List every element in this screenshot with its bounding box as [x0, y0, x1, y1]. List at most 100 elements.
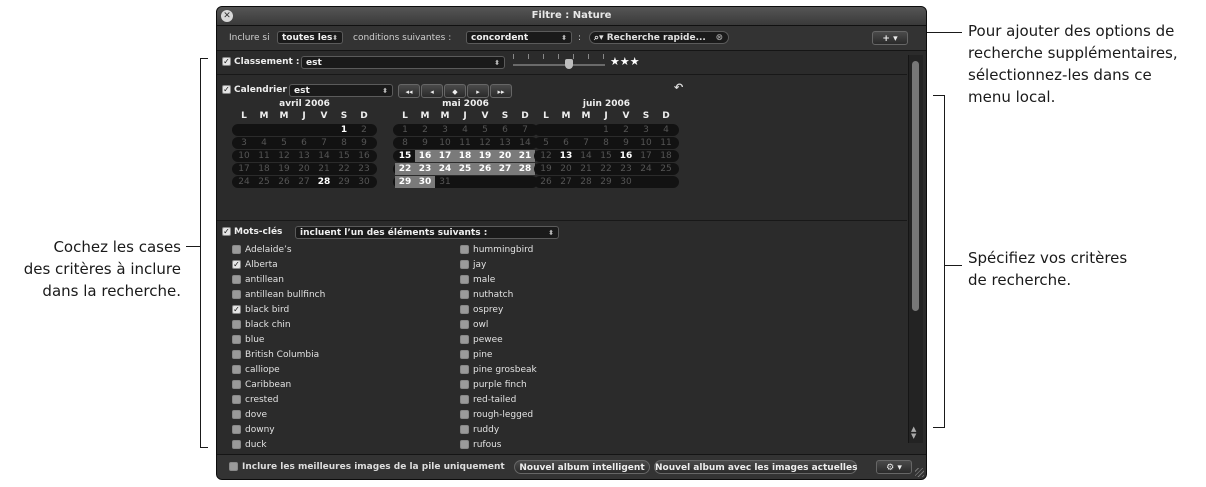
calendar-day[interactable]: 14	[576, 150, 596, 162]
calendar-day[interactable]: 3	[435, 124, 455, 136]
calendar-day[interactable]: 26	[475, 163, 495, 175]
keyword-checkbox[interactable]	[232, 440, 241, 449]
keyword-checkbox[interactable]: ✓	[232, 260, 241, 269]
keyword-checkbox[interactable]	[232, 350, 241, 359]
calendar-day[interactable]: 15	[395, 150, 415, 162]
calendar-today-button[interactable]: ◆	[444, 84, 466, 98]
keyword-checkbox[interactable]	[460, 305, 469, 314]
scroll-arrows-icon[interactable]: ▲ ▼	[911, 426, 916, 440]
keyword-checkbox[interactable]	[460, 410, 469, 419]
calendar-reset-icon[interactable]: ↶	[674, 81, 683, 94]
calendar-day[interactable]: 26	[274, 176, 294, 188]
calendar-day[interactable]: 23	[354, 163, 374, 175]
calendar-day[interactable]: 22	[395, 163, 415, 175]
keyword-checkbox[interactable]	[460, 260, 469, 269]
calendar-day[interactable]: 18	[656, 150, 676, 162]
calendar-day[interactable]: 2	[415, 124, 435, 136]
calendar-day[interactable]: 20	[495, 150, 515, 162]
calendar-day[interactable]: 5	[274, 137, 294, 149]
calendar-day[interactable]: 29	[395, 176, 415, 188]
calendar-day[interactable]: 20	[556, 163, 576, 175]
keyword-checkbox[interactable]: ✓	[232, 305, 241, 314]
calendar-day[interactable]: 14	[314, 150, 334, 162]
calendar-day[interactable]: 7	[515, 124, 535, 136]
calendar-day[interactable]: 1	[395, 124, 415, 136]
keyword-checkbox[interactable]	[232, 410, 241, 419]
calendar-day[interactable]: 5	[475, 124, 495, 136]
calendar-checkbox[interactable]: ✓	[222, 85, 231, 94]
calendar-day[interactable]: 21	[314, 163, 334, 175]
calendar-day[interactable]: 6	[556, 137, 576, 149]
calendar-day[interactable]: 27	[495, 163, 515, 175]
calendar-operator-popup[interactable]: est ⬍	[289, 84, 393, 97]
keyword-checkbox[interactable]	[460, 275, 469, 284]
rating-checkbox[interactable]: ✓	[222, 57, 231, 66]
calendar-day[interactable]: 8	[334, 137, 354, 149]
calendar-day[interactable]: 11	[656, 137, 676, 149]
calendar-day[interactable]: 5	[536, 137, 556, 149]
calendar-day[interactable]: 10	[234, 150, 254, 162]
calendar-day[interactable]: 10	[636, 137, 656, 149]
calendar-day[interactable]: 22	[334, 163, 354, 175]
calendar-day[interactable]: 19	[274, 163, 294, 175]
calendar-day[interactable]: 6	[294, 137, 314, 149]
quick-search-input[interactable]: ⌕▾ Recherche rapide... ⊗	[589, 31, 729, 44]
vertical-scrollbar[interactable]: ▲ ▼	[908, 55, 923, 443]
calendar-day[interactable]: 12	[536, 150, 556, 162]
calendar-day[interactable]: 24	[234, 176, 254, 188]
calendar-day[interactable]: 9	[415, 137, 435, 149]
calendar-day[interactable]: 9	[354, 137, 374, 149]
new-album-current-button[interactable]: Nouvel album avec les images actuelles	[654, 460, 857, 474]
add-criteria-button[interactable]: + ▾	[872, 31, 908, 45]
rating-slider-track[interactable]	[513, 64, 605, 66]
new-smart-album-button[interactable]: Nouvel album intelligent	[514, 460, 650, 474]
keywords-checkbox[interactable]: ✓	[222, 227, 231, 236]
calendar-day[interactable]: 21	[576, 163, 596, 175]
calendar-day[interactable]: 2	[616, 124, 636, 136]
keyword-checkbox[interactable]	[460, 380, 469, 389]
calendar-day[interactable]: 2	[354, 124, 374, 136]
calendar-day[interactable]: 6	[495, 124, 515, 136]
best-images-checkbox[interactable]	[229, 462, 238, 471]
calendar-day[interactable]: 15	[334, 150, 354, 162]
calendar-day[interactable]: 9	[616, 137, 636, 149]
calendar-day[interactable]: 16	[616, 150, 636, 162]
calendar-day[interactable]: 23	[616, 163, 636, 175]
calendar-day[interactable]: 30	[616, 176, 636, 188]
clear-search-icon[interactable]: ⊗	[715, 32, 723, 45]
calendar-day[interactable]: 19	[475, 150, 495, 162]
calendar-day[interactable]: 3	[636, 124, 656, 136]
calendar-prev-month-button[interactable]: ◂	[421, 84, 443, 98]
calendar-day[interactable]: 22	[596, 163, 616, 175]
calendar-day[interactable]: 30	[354, 176, 374, 188]
keyword-checkbox[interactable]	[460, 350, 469, 359]
calendar-day[interactable]: 10	[435, 137, 455, 149]
calendar-prev-year-button[interactable]: ◂◂	[398, 84, 420, 98]
match-popup[interactable]: concordent ⬍	[466, 31, 572, 44]
keyword-checkbox[interactable]	[460, 245, 469, 254]
calendar-day[interactable]: 29	[596, 176, 616, 188]
calendar-day[interactable]: 15	[596, 150, 616, 162]
calendar-day[interactable]: 1	[596, 124, 616, 136]
calendar-day[interactable]: 14	[515, 137, 535, 149]
keyword-checkbox[interactable]	[460, 440, 469, 449]
calendar-day[interactable]: 26	[536, 176, 556, 188]
calendar-day[interactable]: 13	[294, 150, 314, 162]
calendar-day[interactable]: 4	[656, 124, 676, 136]
rating-slider-thumb[interactable]	[565, 59, 573, 69]
calendar-day[interactable]: 13	[495, 137, 515, 149]
calendar-day[interactable]: 18	[254, 163, 274, 175]
gear-menu-button[interactable]: ⚙ ▾	[876, 460, 912, 474]
calendar-day[interactable]: 27	[294, 176, 314, 188]
keyword-checkbox[interactable]	[232, 290, 241, 299]
calendar-day[interactable]: 28	[314, 176, 334, 188]
calendar-day[interactable]: 20	[294, 163, 314, 175]
calendar-day[interactable]: 11	[254, 150, 274, 162]
calendar-day[interactable]: 3	[234, 137, 254, 149]
keyword-checkbox[interactable]	[232, 320, 241, 329]
calendar-day[interactable]: 25	[254, 176, 274, 188]
calendar-day[interactable]: 29	[334, 176, 354, 188]
keyword-checkbox[interactable]	[460, 335, 469, 344]
calendar-day[interactable]: 8	[395, 137, 415, 149]
calendar-day[interactable]: 16	[354, 150, 374, 162]
